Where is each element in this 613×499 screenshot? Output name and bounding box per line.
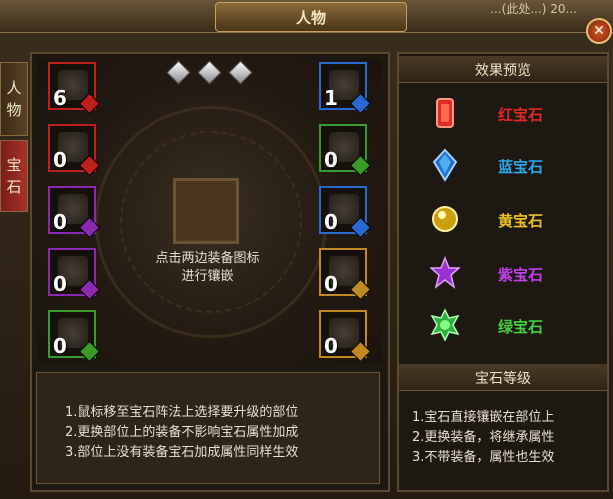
close-button[interactable]: ✕ bbox=[586, 18, 612, 44]
tab-gem[interactable]: 宝 石 bbox=[0, 140, 28, 212]
gem-count: 0 bbox=[53, 148, 67, 172]
level-tip-line: 2.更换装备，将继承属性 bbox=[412, 430, 555, 445]
tab-gem-label-top: 宝 bbox=[6, 156, 22, 174]
gem-count: 0 bbox=[324, 334, 338, 358]
preview-header: 效果预览 bbox=[399, 56, 607, 83]
gem-row-green: 绿宝石 bbox=[430, 308, 590, 342]
gem-label: 红宝石 bbox=[498, 106, 544, 124]
tab-character-label-bottom: 物 bbox=[6, 101, 22, 119]
gem-row-yellow: 黄宝石 bbox=[430, 202, 590, 236]
level-tip-line: 1.宝石直接镶嵌在部位上 bbox=[412, 410, 555, 425]
gem-level-header: 宝石等级 bbox=[399, 364, 607, 391]
gem-label: 黄宝石 bbox=[498, 212, 544, 230]
blue-gem-icon bbox=[432, 148, 458, 182]
right-equipment-slot[interactable]: 0 bbox=[319, 310, 372, 363]
gem-count: 0 bbox=[324, 272, 338, 296]
gem-count: 0 bbox=[324, 210, 338, 234]
gem-count: 0 bbox=[53, 334, 67, 358]
right-equipment-slot[interactable]: 0 bbox=[319, 248, 372, 301]
tab-gem-label-bottom: 石 bbox=[6, 178, 22, 196]
purple-gem-icon bbox=[430, 256, 460, 289]
red-gem-icon bbox=[436, 98, 454, 128]
right-equipment-slot[interactable]: 0 bbox=[319, 124, 372, 177]
yellow-gem-icon bbox=[432, 206, 458, 232]
top-right-text: ...(此处...) 20... bbox=[490, 2, 577, 16]
gem-level-header-label: 宝石等级 bbox=[475, 371, 531, 387]
green-gem-icon bbox=[430, 308, 460, 342]
gem-label: 蓝宝石 bbox=[498, 158, 544, 176]
gem-label: 紫宝石 bbox=[498, 266, 544, 284]
level-tip-line: 3.不带装备，属性也生效 bbox=[412, 450, 555, 465]
gem-label: 绿宝石 bbox=[498, 318, 544, 336]
gem-row-red: 红宝石 bbox=[430, 96, 590, 130]
left-equipment-slot[interactable]: 0 bbox=[48, 186, 101, 239]
left-equipment-slot[interactable]: 0 bbox=[48, 310, 101, 363]
center-inlay-slot[interactable] bbox=[173, 178, 239, 244]
left-equipment-slot[interactable]: 0 bbox=[48, 124, 101, 177]
tip-line: 2.更换部位上的装备不影响宝石属性加成 bbox=[65, 425, 299, 440]
hint-line-2: 进行镶嵌 bbox=[181, 269, 234, 284]
right-equipment-slot[interactable]: 0 bbox=[319, 186, 372, 239]
window-title: 人物 bbox=[295, 8, 326, 27]
left-equipment-slot[interactable]: 0 bbox=[48, 248, 101, 301]
preview-header-label: 效果预览 bbox=[475, 63, 531, 79]
left-equipment-slot[interactable]: 6 bbox=[48, 62, 101, 115]
tab-character[interactable]: 人 物 bbox=[0, 62, 28, 136]
gem-count: 6 bbox=[53, 86, 67, 110]
gem-count: 0 bbox=[324, 148, 338, 172]
title-plate: 人物 bbox=[215, 2, 407, 32]
center-hint: 点击两边装备图标 进行镶嵌 bbox=[140, 250, 275, 286]
gem-count: 1 bbox=[324, 86, 338, 110]
tab-character-label-top: 人 bbox=[6, 79, 22, 97]
gem-count: 0 bbox=[53, 272, 67, 296]
gem-row-blue: 蓝宝石 bbox=[430, 148, 590, 182]
gem-row-purple: 紫宝石 bbox=[430, 256, 590, 290]
tip-line: 3.部位上没有装备宝石加成属性同样生效 bbox=[65, 445, 299, 460]
right-equipment-slot[interactable]: 1 bbox=[319, 62, 372, 115]
tips-box: 1.鼠标移至宝石阵法上选择要升级的部位 2.更换部位上的装备不影响宝石属性加成 … bbox=[36, 372, 380, 484]
hint-line-1: 点击两边装备图标 bbox=[155, 251, 260, 266]
tip-line: 1.鼠标移至宝石阵法上选择要升级的部位 bbox=[65, 405, 299, 420]
gem-count: 0 bbox=[53, 210, 67, 234]
